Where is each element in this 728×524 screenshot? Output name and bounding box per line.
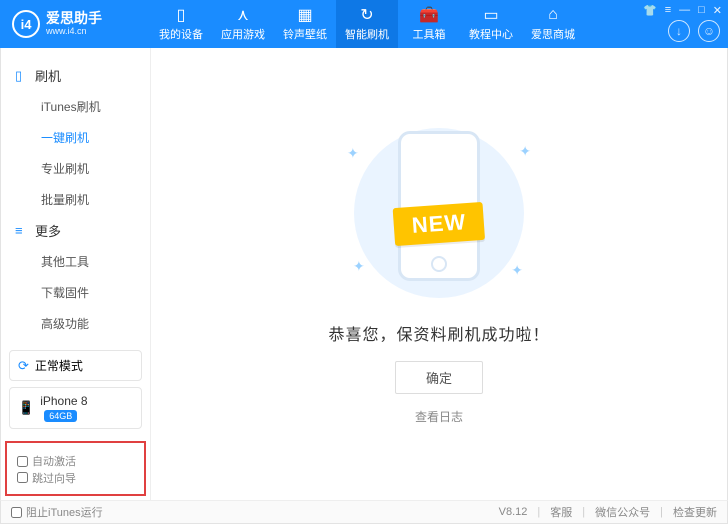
device-box[interactable]: 📱 iPhone 8 64GB <box>9 387 142 429</box>
sparkle-icon: ✦ <box>347 145 359 162</box>
wallpaper-icon: ▦ <box>297 6 312 24</box>
phone-icon: ▯ <box>177 6 186 24</box>
mode-box[interactable]: ⟳ 正常模式 <box>9 350 142 381</box>
mode-label: 正常模式 <box>35 357 83 374</box>
sidebar-group-flash[interactable]: ▯ 刷机 <box>1 60 150 91</box>
top-nav: ▯我的设备 ⋏应用游戏 ▦铃声壁纸 ↻智能刷机 🧰工具箱 ▭教程中心 ⌂爱思商城 <box>150 0 584 48</box>
auto-activate-check[interactable]: 自动激活 <box>17 453 76 469</box>
new-ribbon: NEW <box>393 202 486 246</box>
nav-store[interactable]: ⌂爱思商城 <box>522 0 584 48</box>
sidebar: ▯ 刷机 iTunes刷机 一键刷机 专业刷机 批量刷机 ≡ 更多 其他工具 下… <box>1 48 151 500</box>
sidebar-item-other-tools[interactable]: 其他工具 <box>1 246 150 277</box>
block-itunes-check[interactable]: 阻止iTunes运行 <box>11 504 103 520</box>
app-header: i4 爱思助手 www.i4.cn ▯我的设备 ⋏应用游戏 ▦铃声壁纸 ↻智能刷… <box>0 0 728 48</box>
update-link[interactable]: 检查更新 <box>673 504 717 520</box>
status-bar: 阻止iTunes运行 V8.12 | 客服 | 微信公众号 | 检查更新 <box>0 500 728 524</box>
nav-flash[interactable]: ↻智能刷机 <box>336 0 398 48</box>
refresh-icon: ↻ <box>360 6 373 24</box>
sidebar-item-itunes-flash[interactable]: iTunes刷机 <box>1 91 150 122</box>
support-link[interactable]: 客服 <box>550 504 572 520</box>
version-label: V8.12 <box>499 506 528 518</box>
header-right: ↓ ☺ <box>668 20 720 42</box>
more-icon: ≡ <box>15 223 29 238</box>
sidebar-item-advanced[interactable]: 高级功能 <box>1 308 150 339</box>
sparkle-icon: ✦ <box>353 258 365 275</box>
minimize-icon[interactable]: ― <box>679 4 690 17</box>
skin-icon[interactable]: 👕 <box>643 4 657 17</box>
nav-apps[interactable]: ⋏应用游戏 <box>212 0 274 48</box>
device-icon: ▯ <box>15 68 29 84</box>
book-icon: ▭ <box>483 6 498 24</box>
window-controls: 👕 ≡ ― □ ✕ <box>643 4 722 17</box>
sparkle-icon: ✦ <box>519 143 531 160</box>
sidebar-group-more[interactable]: ≡ 更多 <box>1 215 150 246</box>
mode-icon: ⟳ <box>18 358 29 374</box>
sidebar-item-onekey-flash[interactable]: 一键刷机 <box>1 122 150 153</box>
skip-guide-check[interactable]: 跳过向导 <box>17 470 76 486</box>
ok-button[interactable]: 确定 <box>395 361 483 394</box>
iphone-icon: 📱 <box>18 400 34 416</box>
app-url: www.i4.cn <box>46 27 102 37</box>
sparkle-icon: ✦ <box>511 262 523 279</box>
download-icon[interactable]: ↓ <box>668 20 690 42</box>
sidebar-item-download-fw[interactable]: 下载固件 <box>1 277 150 308</box>
success-message: 恭喜您，保资料刷机成功啦！ <box>328 321 549 345</box>
success-illustration: NEW ✦ ✦ ✦ ✦ <box>329 123 549 303</box>
user-icon[interactable]: ☺ <box>698 20 720 42</box>
store-icon: ⌂ <box>548 6 558 24</box>
device-name: iPhone 8 <box>40 394 87 408</box>
bottom-options: 自动激活 跳过向导 <box>5 441 146 496</box>
wechat-link[interactable]: 微信公众号 <box>595 504 650 520</box>
maximize-icon[interactable]: □ <box>698 4 705 17</box>
nav-toolbox[interactable]: 🧰工具箱 <box>398 0 460 48</box>
close-icon[interactable]: ✕ <box>713 4 722 17</box>
sidebar-item-pro-flash[interactable]: 专业刷机 <box>1 153 150 184</box>
main-content: NEW ✦ ✦ ✦ ✦ 恭喜您，保资料刷机成功啦！ 确定 查看日志 <box>151 48 727 500</box>
app-title: 爱思助手 <box>46 11 102 26</box>
logo-icon: i4 <box>12 10 40 38</box>
nav-ringtone[interactable]: ▦铃声壁纸 <box>274 0 336 48</box>
nav-device[interactable]: ▯我的设备 <box>150 0 212 48</box>
view-log-link[interactable]: 查看日志 <box>415 408 463 425</box>
sidebar-item-batch-flash[interactable]: 批量刷机 <box>1 184 150 215</box>
storage-badge: 64GB <box>44 410 77 422</box>
nav-tutorial[interactable]: ▭教程中心 <box>460 0 522 48</box>
logo-area: i4 爱思助手 www.i4.cn <box>0 10 150 38</box>
toolbox-icon: 🧰 <box>419 6 439 24</box>
menu-icon[interactable]: ≡ <box>665 4 671 17</box>
apps-icon: ⋏ <box>237 6 249 24</box>
